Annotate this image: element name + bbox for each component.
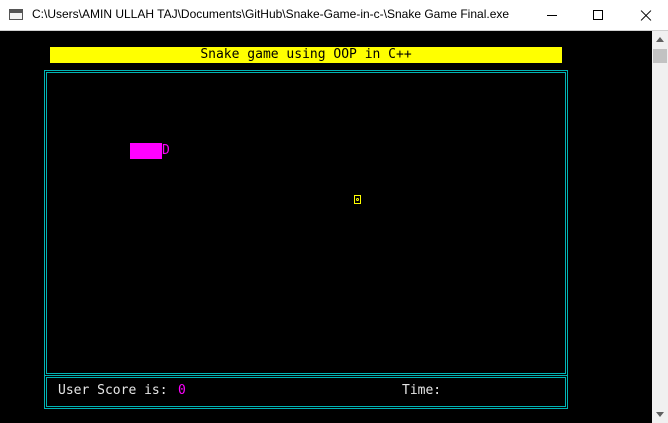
- food-icon: [354, 195, 361, 204]
- snake-body: [130, 143, 162, 159]
- time-label: Time:: [402, 383, 442, 398]
- score-value: 0: [178, 383, 186, 398]
- score-label: User Score is:: [58, 383, 168, 398]
- play-area-border: [44, 70, 568, 376]
- scroll-up-arrow-icon[interactable]: [652, 31, 668, 48]
- window-title: C:\Users\AMIN ULLAH TAJ\Documents\GitHub…: [32, 7, 510, 21]
- game-header: Snake game using OOP in C++: [50, 47, 562, 63]
- vertical-scrollbar[interactable]: [652, 31, 668, 423]
- snake-head: D: [162, 143, 170, 158]
- scroll-down-arrow-icon[interactable]: [652, 406, 668, 423]
- close-button[interactable]: [622, 0, 668, 31]
- scroll-thumb[interactable]: [653, 49, 667, 63]
- console-app-icon: [9, 9, 23, 20]
- minimize-button[interactable]: [530, 0, 576, 31]
- maximize-button[interactable]: [576, 0, 622, 31]
- title-bar[interactable]: C:\Users\AMIN ULLAH TAJ\Documents\GitHub…: [0, 0, 668, 31]
